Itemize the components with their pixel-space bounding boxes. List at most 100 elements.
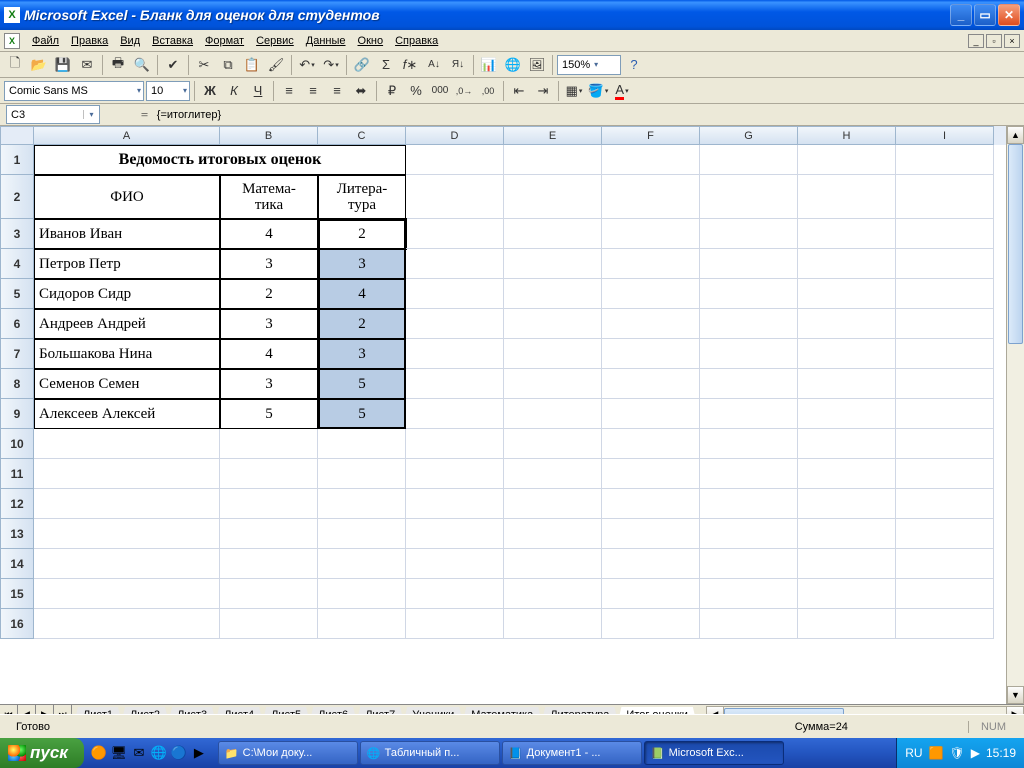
cell[interactable] <box>798 459 896 489</box>
col-header-G[interactable]: G <box>700 126 798 145</box>
cell-fio[interactable]: Иванов Иван <box>34 219 220 249</box>
cell[interactable] <box>602 279 700 309</box>
menu-window[interactable]: Окно <box>352 33 390 49</box>
align-right-icon[interactable]: ≡ <box>326 80 348 102</box>
row-header[interactable]: 14 <box>0 549 34 579</box>
cell[interactable] <box>34 429 220 459</box>
cell-math[interactable]: 3 <box>220 309 318 339</box>
cell[interactable] <box>504 519 602 549</box>
col-header-B[interactable]: B <box>220 126 318 145</box>
cell[interactable] <box>896 249 994 279</box>
col-header-I[interactable]: I <box>896 126 994 145</box>
redo-icon[interactable]: ↷ <box>320 54 342 76</box>
menu-file[interactable]: Файл <box>26 33 65 49</box>
ql-icon[interactable]: 🖥 <box>110 744 128 762</box>
autosum-icon[interactable]: Σ <box>375 54 397 76</box>
map-icon[interactable]: 🌐 <box>502 54 524 76</box>
cell[interactable] <box>406 459 504 489</box>
cell[interactable] <box>406 399 504 429</box>
decrease-indent-icon[interactable]: ⇤ <box>508 80 530 102</box>
cell-math[interactable]: 4 <box>220 219 318 249</box>
cell[interactable] <box>602 339 700 369</box>
cell[interactable] <box>700 399 798 429</box>
cell[interactable] <box>34 609 220 639</box>
cell[interactable] <box>504 399 602 429</box>
cell[interactable] <box>602 489 700 519</box>
ql-icon[interactable]: 🔵 <box>170 744 188 762</box>
cell-title[interactable]: Ведомость итоговых оценок <box>34 145 406 175</box>
cell[interactable] <box>700 309 798 339</box>
cell[interactable] <box>700 249 798 279</box>
undo-icon[interactable]: ↶ <box>296 54 318 76</box>
doc-minimize-button[interactable]: _ <box>968 34 984 48</box>
cell[interactable] <box>220 579 318 609</box>
cell-lit[interactable]: 3 <box>318 339 406 369</box>
spell-check-icon[interactable]: ✔ <box>162 54 184 76</box>
row-header[interactable]: 16 <box>0 609 34 639</box>
row-header[interactable]: 9 <box>0 399 34 429</box>
cell[interactable] <box>406 369 504 399</box>
zoom-combo[interactable]: 150%▾ <box>557 55 621 75</box>
cell[interactable] <box>798 219 896 249</box>
align-center-icon[interactable]: ≡ <box>302 80 324 102</box>
cell-fio[interactable]: Алексеев Алексей <box>34 399 220 429</box>
cell[interactable] <box>504 489 602 519</box>
row-header[interactable]: 10 <box>0 429 34 459</box>
row-header[interactable]: 7 <box>0 339 34 369</box>
ql-icon[interactable]: ✉ <box>130 744 148 762</box>
cell-lit[interactable]: 2 <box>318 219 406 249</box>
cell-math[interactable]: 3 <box>220 369 318 399</box>
cell[interactable] <box>406 339 504 369</box>
cell[interactable] <box>34 549 220 579</box>
taskbar-button[interactable]: 📁C:\Мои доку... <box>218 741 358 765</box>
cell[interactable] <box>602 175 700 219</box>
cell[interactable] <box>220 609 318 639</box>
cell[interactable] <box>318 579 406 609</box>
start-button[interactable]: пуск <box>0 738 84 768</box>
cell[interactable] <box>406 429 504 459</box>
cell-header-math[interactable]: Матема- тика <box>220 175 318 219</box>
cell[interactable] <box>602 309 700 339</box>
cell[interactable] <box>700 429 798 459</box>
cell-lit[interactable]: 4 <box>318 279 406 309</box>
row-header[interactable]: 15 <box>0 579 34 609</box>
col-header-F[interactable]: F <box>602 126 700 145</box>
cell-math[interactable]: 5 <box>220 399 318 429</box>
cell-math[interactable]: 2 <box>220 279 318 309</box>
cell[interactable] <box>798 339 896 369</box>
cell[interactable] <box>700 219 798 249</box>
cell[interactable] <box>896 579 994 609</box>
cell[interactable] <box>220 549 318 579</box>
col-header-E[interactable]: E <box>504 126 602 145</box>
cell[interactable] <box>896 339 994 369</box>
cell[interactable] <box>700 369 798 399</box>
sort-desc-icon[interactable]: Я↓ <box>447 54 469 76</box>
cell[interactable] <box>896 549 994 579</box>
cell[interactable] <box>406 175 504 219</box>
cell[interactable] <box>700 579 798 609</box>
cell[interactable] <box>504 549 602 579</box>
cell[interactable] <box>602 249 700 279</box>
cell[interactable] <box>406 219 504 249</box>
tray-icon[interactable]: 🛡 <box>950 746 965 760</box>
close-button[interactable]: ✕ <box>998 4 1020 26</box>
drawing-icon[interactable]: 🖼 <box>526 54 548 76</box>
cell[interactable] <box>318 549 406 579</box>
cell[interactable] <box>602 429 700 459</box>
italic-icon[interactable]: К <box>223 80 245 102</box>
cell[interactable] <box>602 609 700 639</box>
cell[interactable] <box>798 279 896 309</box>
col-header-A[interactable]: A <box>34 126 220 145</box>
cell[interactable] <box>318 489 406 519</box>
format-painter-icon[interactable]: 🖌 <box>265 54 287 76</box>
row-header[interactable]: 2 <box>0 175 34 219</box>
cell[interactable] <box>896 459 994 489</box>
cell[interactable] <box>896 145 994 175</box>
cell[interactable] <box>602 459 700 489</box>
cell[interactable] <box>504 279 602 309</box>
cell[interactable] <box>602 369 700 399</box>
cut-icon[interactable]: ✂ <box>193 54 215 76</box>
cell[interactable] <box>700 609 798 639</box>
cell-lit[interactable]: 2 <box>318 309 406 339</box>
cell[interactable] <box>34 459 220 489</box>
